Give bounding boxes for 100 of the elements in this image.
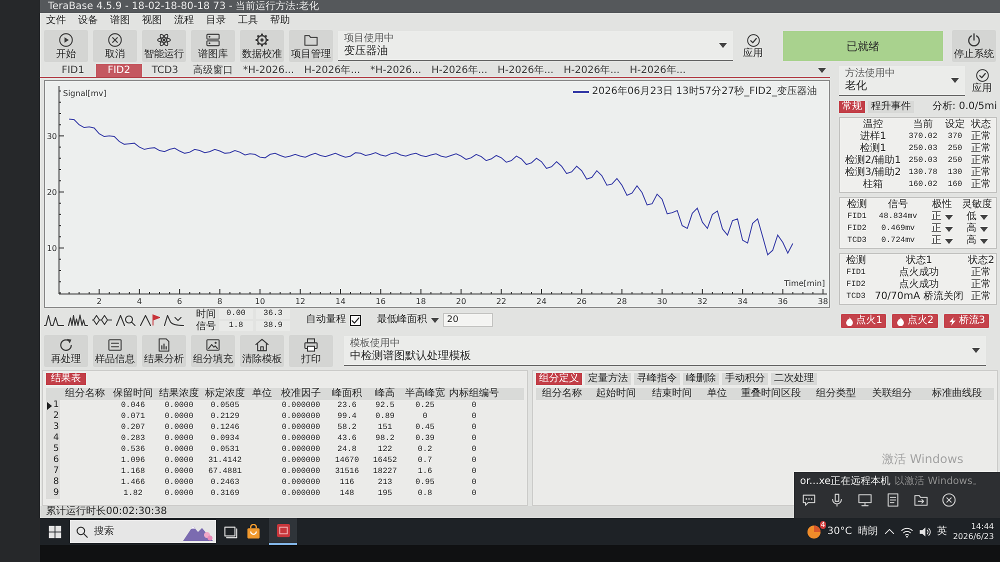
row-number: 5	[53, 444, 59, 455]
chart-tab[interactable]: *H-2026...	[238, 64, 300, 77]
chat-icon[interactable]	[802, 493, 816, 507]
toolbar-button[interactable]: 谱图库	[191, 30, 235, 62]
action-button[interactable]: 桥流3	[944, 314, 990, 328]
chart-tab[interactable]: FID1	[50, 64, 96, 77]
menu-item[interactable]: 设备	[78, 14, 98, 26]
row-header[interactable]: 1	[46, 400, 60, 411]
row-header[interactable]: 5	[46, 444, 60, 455]
row-header[interactable]: 3	[46, 422, 60, 433]
action-button[interactable]: 点火2	[892, 314, 938, 328]
chart-tab[interactable]: 高级窗口	[188, 64, 238, 77]
toolbar-button[interactable]: 停止系统	[952, 30, 996, 62]
input-method-button[interactable]: 英	[936, 526, 947, 538]
apply-button[interactable]: 应用	[967, 66, 997, 96]
menu-item[interactable]: 目录	[206, 14, 226, 26]
chart-tab[interactable]: FID2	[96, 64, 142, 77]
chart-tab[interactable]: H-2026年...	[558, 64, 625, 77]
diamond-peaks-icon[interactable]	[92, 314, 112, 326]
toolbar-button[interactable]: 项目管理	[289, 30, 333, 62]
peak-tail-icon[interactable]	[164, 314, 184, 326]
panel-tab[interactable]: 常规	[839, 100, 865, 112]
wifi-icon[interactable]	[900, 526, 913, 538]
chart-tab[interactable]: TCD3	[142, 64, 188, 77]
checkbox[interactable]	[350, 314, 361, 326]
speaker-icon[interactable]	[918, 526, 931, 538]
row-header[interactable]: 9	[46, 488, 60, 499]
panel-tab[interactable]: 峰删除	[683, 373, 719, 385]
toolbar-button[interactable]: 清除模板	[240, 335, 284, 367]
taskbar-app-button[interactable]	[269, 518, 297, 545]
panel-tab[interactable]: 定量方法	[585, 373, 631, 385]
twin-peaks-icon[interactable]	[44, 314, 64, 326]
min-peak-area-field[interactable]: 20	[443, 313, 493, 327]
row-header[interactable]: 4	[46, 433, 60, 444]
action-button[interactable]: 点火1	[841, 314, 886, 328]
chart-tab[interactable]: *H-2026...	[365, 64, 426, 77]
panel-tab[interactable]: 二次处理	[771, 373, 817, 385]
task-view-icon[interactable]	[224, 524, 238, 538]
menu-item[interactable]: 文件	[46, 14, 66, 26]
results-tab[interactable]: 结果表	[46, 373, 86, 385]
peak-magnifier-icon[interactable]	[116, 314, 136, 326]
polarity-select[interactable]: 正	[924, 223, 960, 235]
polarity-select[interactable]: 正	[924, 211, 960, 223]
cancel-icon	[108, 32, 122, 46]
start-icon[interactable]	[48, 524, 62, 538]
toolbar-button[interactable]: 数据校准	[240, 30, 284, 62]
sun-icon[interactable]	[807, 524, 822, 538]
document-icon[interactable]	[886, 493, 900, 507]
method-select[interactable]: 方法使用中 老化	[839, 66, 965, 96]
toolbar-button[interactable]: 组分填充	[191, 335, 235, 367]
table-cell-text: 正常	[970, 279, 992, 290]
panel-tab[interactable]: 手动积分	[722, 373, 768, 385]
row-header[interactable]: 6	[46, 455, 60, 466]
multi-peaks-icon[interactable]	[68, 314, 88, 326]
chart-tab[interactable]: H-2026年...	[299, 64, 366, 77]
shopping-bag-icon[interactable]	[246, 524, 261, 539]
toolbar-button[interactable]: 智能运行	[142, 30, 186, 62]
close-icon[interactable]	[942, 493, 956, 507]
sensitivity-select[interactable]: 低	[960, 211, 994, 223]
chart-tab[interactable]: H-2026年...	[426, 64, 492, 77]
sensitivity-select[interactable]: 高	[960, 235, 994, 247]
panel-tab[interactable]: 程升事件	[868, 100, 914, 112]
table-cell-text: 进样1	[858, 131, 888, 142]
row-header[interactable]: 8	[46, 477, 60, 488]
toolbar-button[interactable]: 开始	[44, 30, 88, 62]
apply-button[interactable]: 应用	[738, 31, 768, 61]
menu-item[interactable]: 谱图	[110, 14, 130, 26]
column-header: 半高峰宽	[404, 388, 446, 400]
menu-item[interactable]: 帮助	[270, 14, 290, 26]
panel-tab[interactable]: 组分定义	[536, 373, 582, 385]
chart-tab[interactable]: H-2026年...	[624, 64, 691, 77]
project-select[interactable]: 项目使用中 变压器油	[338, 31, 733, 61]
folder-arrow-icon[interactable]	[914, 493, 928, 507]
check-icon	[976, 68, 988, 82]
search-field[interactable]: 搜索	[70, 520, 216, 543]
sensitivity-select[interactable]: 高	[960, 223, 994, 235]
caret-icon[interactable]	[431, 318, 439, 322]
monitor-icon[interactable]	[858, 493, 872, 507]
toolbar-button[interactable]: 结果分析	[142, 335, 186, 367]
toolbar-button[interactable]: 取消	[93, 30, 137, 62]
microphone-icon[interactable]	[830, 493, 844, 507]
chevron-up-icon[interactable]	[884, 526, 895, 537]
caret-icon[interactable]	[951, 78, 959, 83]
row-header[interactable]: 7	[46, 466, 60, 477]
chart-tab[interactable]: H-2026年...	[492, 64, 559, 77]
caret-icon[interactable]	[818, 68, 826, 73]
polarity-select[interactable]: 正	[924, 235, 960, 247]
caret-icon[interactable]	[719, 43, 727, 48]
table-cell-text: 0.2129	[210, 411, 240, 422]
caret-icon[interactable]	[972, 348, 980, 353]
menu-item[interactable]: 工具	[238, 14, 258, 26]
row-header[interactable]: 2	[46, 411, 60, 422]
panel-tab[interactable]: 寻峰指令	[634, 373, 680, 385]
menu-item[interactable]: 流程	[174, 14, 194, 26]
menu-item[interactable]: 视图	[142, 14, 162, 26]
toolbar-button[interactable]: 样品信息	[93, 335, 137, 367]
peak-flag-icon[interactable]	[140, 314, 160, 326]
toolbar-button[interactable]: 打印	[289, 335, 333, 367]
template-select[interactable]: 模板使用中 中检测谱图默认处理模板	[344, 336, 986, 366]
toolbar-button[interactable]: 再处理	[44, 335, 88, 367]
